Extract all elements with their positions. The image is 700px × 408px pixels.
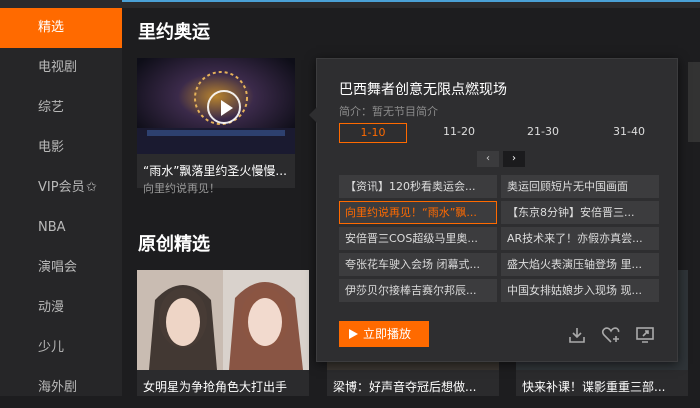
- episode-item-active[interactable]: 向里约说再见！“雨水”飘...: [339, 201, 497, 224]
- popup-intro: 简介：暂无节目简介: [339, 105, 438, 118]
- sidebar-item-movies[interactable]: 电影: [0, 128, 122, 168]
- sidebar-item-label: 动漫: [38, 300, 65, 315]
- tab-range-3[interactable]: 21-30: [509, 123, 577, 143]
- popup-arrow: [309, 107, 317, 123]
- section-title-original: 原创精选: [138, 234, 210, 255]
- sidebar-item-label: NBA: [38, 220, 66, 235]
- video-thumbnail: [137, 270, 309, 370]
- popup-title: 巴西舞者创意无限点燃现场: [339, 82, 507, 98]
- play-now-label: 立即播放: [363, 327, 412, 341]
- sidebar-item-nba[interactable]: NBA: [0, 208, 122, 248]
- top-accent-line: [122, 0, 700, 2]
- sidebar-item-label: VIP会员: [38, 180, 85, 195]
- sidebar-item-overseas[interactable]: 海外剧: [0, 368, 122, 408]
- video-caption: “雨水”飘落里约圣火慢慢...: [143, 164, 287, 178]
- favorite-add-icon[interactable]: [601, 325, 621, 345]
- share-screen-icon[interactable]: [635, 325, 655, 345]
- video-card[interactable]: 女明星为争抢角色大打出手: [137, 270, 309, 396]
- sidebar-item-featured[interactable]: 精选: [0, 8, 122, 48]
- sidebar-item-label: 精选: [38, 20, 65, 35]
- sidebar-item-label: 电影: [38, 140, 65, 155]
- video-detail-popup: 巴西舞者创意无限点燃现场 简介：暂无节目简介 1-10 11-20 21-30 …: [309, 58, 678, 362]
- episode-item[interactable]: 夸张花车驶入会场 闭幕式...: [339, 253, 497, 276]
- sidebar-item-label: 海外剧: [38, 380, 78, 395]
- episode-item[interactable]: 安倍晋三COS超级马里奥...: [339, 227, 497, 250]
- play-icon: [349, 329, 358, 339]
- sidebar-item-variety[interactable]: 综艺: [0, 88, 122, 128]
- section-title-rio: 里约奥运: [138, 22, 210, 43]
- video-caption: 女明星为争抢角色大打出手: [143, 380, 288, 394]
- episode-item[interactable]: 【资讯】120秒看奥运会...: [339, 175, 497, 198]
- scrollbar[interactable]: [688, 62, 700, 142]
- video-subcaption: 向里约说再见！: [143, 182, 220, 195]
- episode-range-tabs: 1-10 11-20 21-30 31-40: [339, 123, 669, 143]
- tab-range-2[interactable]: 11-20: [425, 123, 493, 143]
- sidebar-item-tv[interactable]: 电视剧: [0, 48, 122, 88]
- sidebar-item-vip[interactable]: VIP会员 ✩: [0, 168, 122, 208]
- sidebar-item-concerts[interactable]: 演唱会: [0, 248, 122, 288]
- sidebar: 精选 电视剧 综艺 电影 VIP会员 ✩ NBA 演唱会 动漫 少儿 海外剧: [0, 8, 122, 396]
- sidebar-item-kids[interactable]: 少儿: [0, 328, 122, 368]
- prev-page-button[interactable]: ‹: [477, 151, 499, 167]
- download-icon[interactable]: [567, 325, 587, 345]
- top-bar: [0, 0, 700, 8]
- tab-range-4[interactable]: 31-40: [595, 123, 663, 143]
- vip-crown-icon: ✩: [86, 180, 97, 195]
- episode-item[interactable]: 奥运回顾短片无中国画面: [501, 175, 659, 198]
- episode-item[interactable]: AR技术来了！亦假亦真尝...: [501, 227, 659, 250]
- video-card-rio[interactable]: “雨水”飘落里约圣火慢慢... 向里约说再见！: [137, 58, 295, 195]
- sidebar-item-label: 演唱会: [38, 260, 78, 275]
- tab-range-1[interactable]: 1-10: [339, 123, 407, 143]
- play-icon[interactable]: [207, 90, 241, 124]
- video-caption: 梁博：好声音夺冠后想做...: [333, 380, 477, 394]
- episode-item[interactable]: 盛大焰火表演压轴登场 里...: [501, 253, 659, 276]
- sidebar-item-anime[interactable]: 动漫: [0, 288, 122, 328]
- next-page-button[interactable]: ›: [503, 151, 525, 167]
- play-now-button[interactable]: 立即播放: [339, 321, 429, 347]
- episode-item[interactable]: 中国女排姑娘步入现场 现...: [501, 279, 659, 302]
- video-caption: 快来补课！谍影重重三部...: [522, 380, 666, 394]
- episode-item[interactable]: 伊莎贝尔接棒吉赛尔邦辰...: [339, 279, 497, 302]
- sidebar-item-label: 电视剧: [38, 60, 78, 75]
- episode-item[interactable]: 【东京8分钟】安倍晋三...: [501, 201, 659, 224]
- sidebar-item-label: 综艺: [38, 100, 65, 115]
- sidebar-item-label: 少儿: [38, 340, 65, 355]
